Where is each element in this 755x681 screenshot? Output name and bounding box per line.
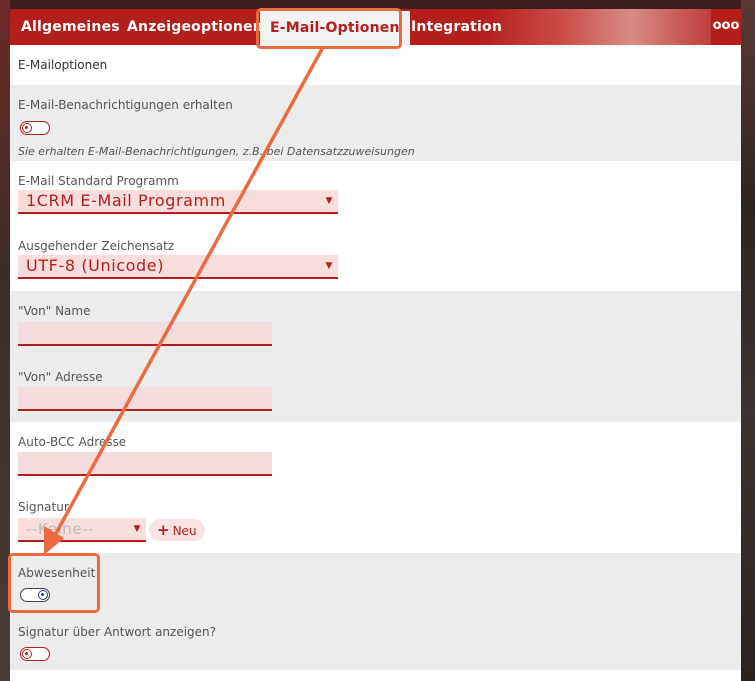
from-name-input[interactable] [18,322,272,346]
charset-select[interactable]: UTF-8 (Unicode) ▼ [18,255,338,279]
from-address-label: "Von" Adresse [18,370,103,384]
annotation-highlight-tab [256,8,402,49]
plus-icon: + [157,521,170,539]
default-program-label: E-Mail Standard Programm [18,174,179,188]
signature-above-reply-label: Signatur über Antwort anzeigen? [18,625,217,639]
auto-bcc-input[interactable] [18,452,272,476]
toggle-knob [22,123,32,133]
signature-above-reply-toggle[interactable] [20,647,50,661]
default-program-value: 1CRM E-Mail Programm [26,191,226,210]
from-address-row: "Von" Adresse [10,357,741,422]
from-name-label: "Von" Name [18,304,91,318]
section-title: E-Mailoptionen [18,58,108,72]
tab-integration[interactable]: Integration [411,9,502,45]
signature-above-reply-row: Signatur über Antwort anzeigen? [10,615,741,670]
from-address-input[interactable] [18,387,272,411]
signature-label: Signatur [18,500,69,514]
tab-allgemeines[interactable]: Allgemeines [21,9,120,45]
chevron-down-icon: ▼ [133,524,141,534]
toggle-knob [22,649,32,659]
absence-row: Abwesenheit [10,553,741,615]
background-right [741,0,755,681]
from-name-row: "Von" Name [10,291,741,357]
charset-value: UTF-8 (Unicode) [26,256,165,275]
notifications-label: E-Mail-Benachrichtigungen erhalten [18,98,233,112]
default-program-row: E-Mail Standard Programm 1CRM E-Mail Pro… [10,161,741,226]
annotation-highlight-absence [8,553,100,613]
charset-label: Ausgehender Zeichensatz [18,239,175,253]
notifications-hint: Sie erhalten E-Mail-Benachrichtigungen, … [18,145,415,158]
settings-panel: E-Mailoptionen E-Mail-Benachrichtigungen… [10,45,741,681]
signature-value: --Keine-- [26,520,95,538]
charset-row: Ausgehender Zeichensatz UTF-8 (Unicode) … [10,226,741,291]
signature-select[interactable]: --Keine-- ▼ [18,518,146,542]
notifications-row: E-Mail-Benachrichtigungen erhalten Sie e… [10,85,741,161]
notifications-toggle[interactable] [20,121,50,135]
tab-anzeigeoptionen[interactable]: Anzeigeoptionen [127,9,263,45]
panel-bottom [10,670,741,681]
new-signature-button[interactable]: + Neu [149,519,205,541]
auto-bcc-row: Auto-BCC Adresse [10,422,741,487]
new-signature-label: Neu [172,524,197,538]
auto-bcc-label: Auto-BCC Adresse [18,435,127,449]
chevron-down-icon: ▼ [325,261,333,271]
chevron-down-icon: ▼ [325,196,333,206]
default-program-select[interactable]: 1CRM E-Mail Programm ▼ [18,190,338,214]
more-icon[interactable]: ooo [711,9,741,45]
section-header: E-Mailoptionen [10,45,741,85]
signature-row: Signatur --Keine-- ▼ + Neu [10,487,741,553]
